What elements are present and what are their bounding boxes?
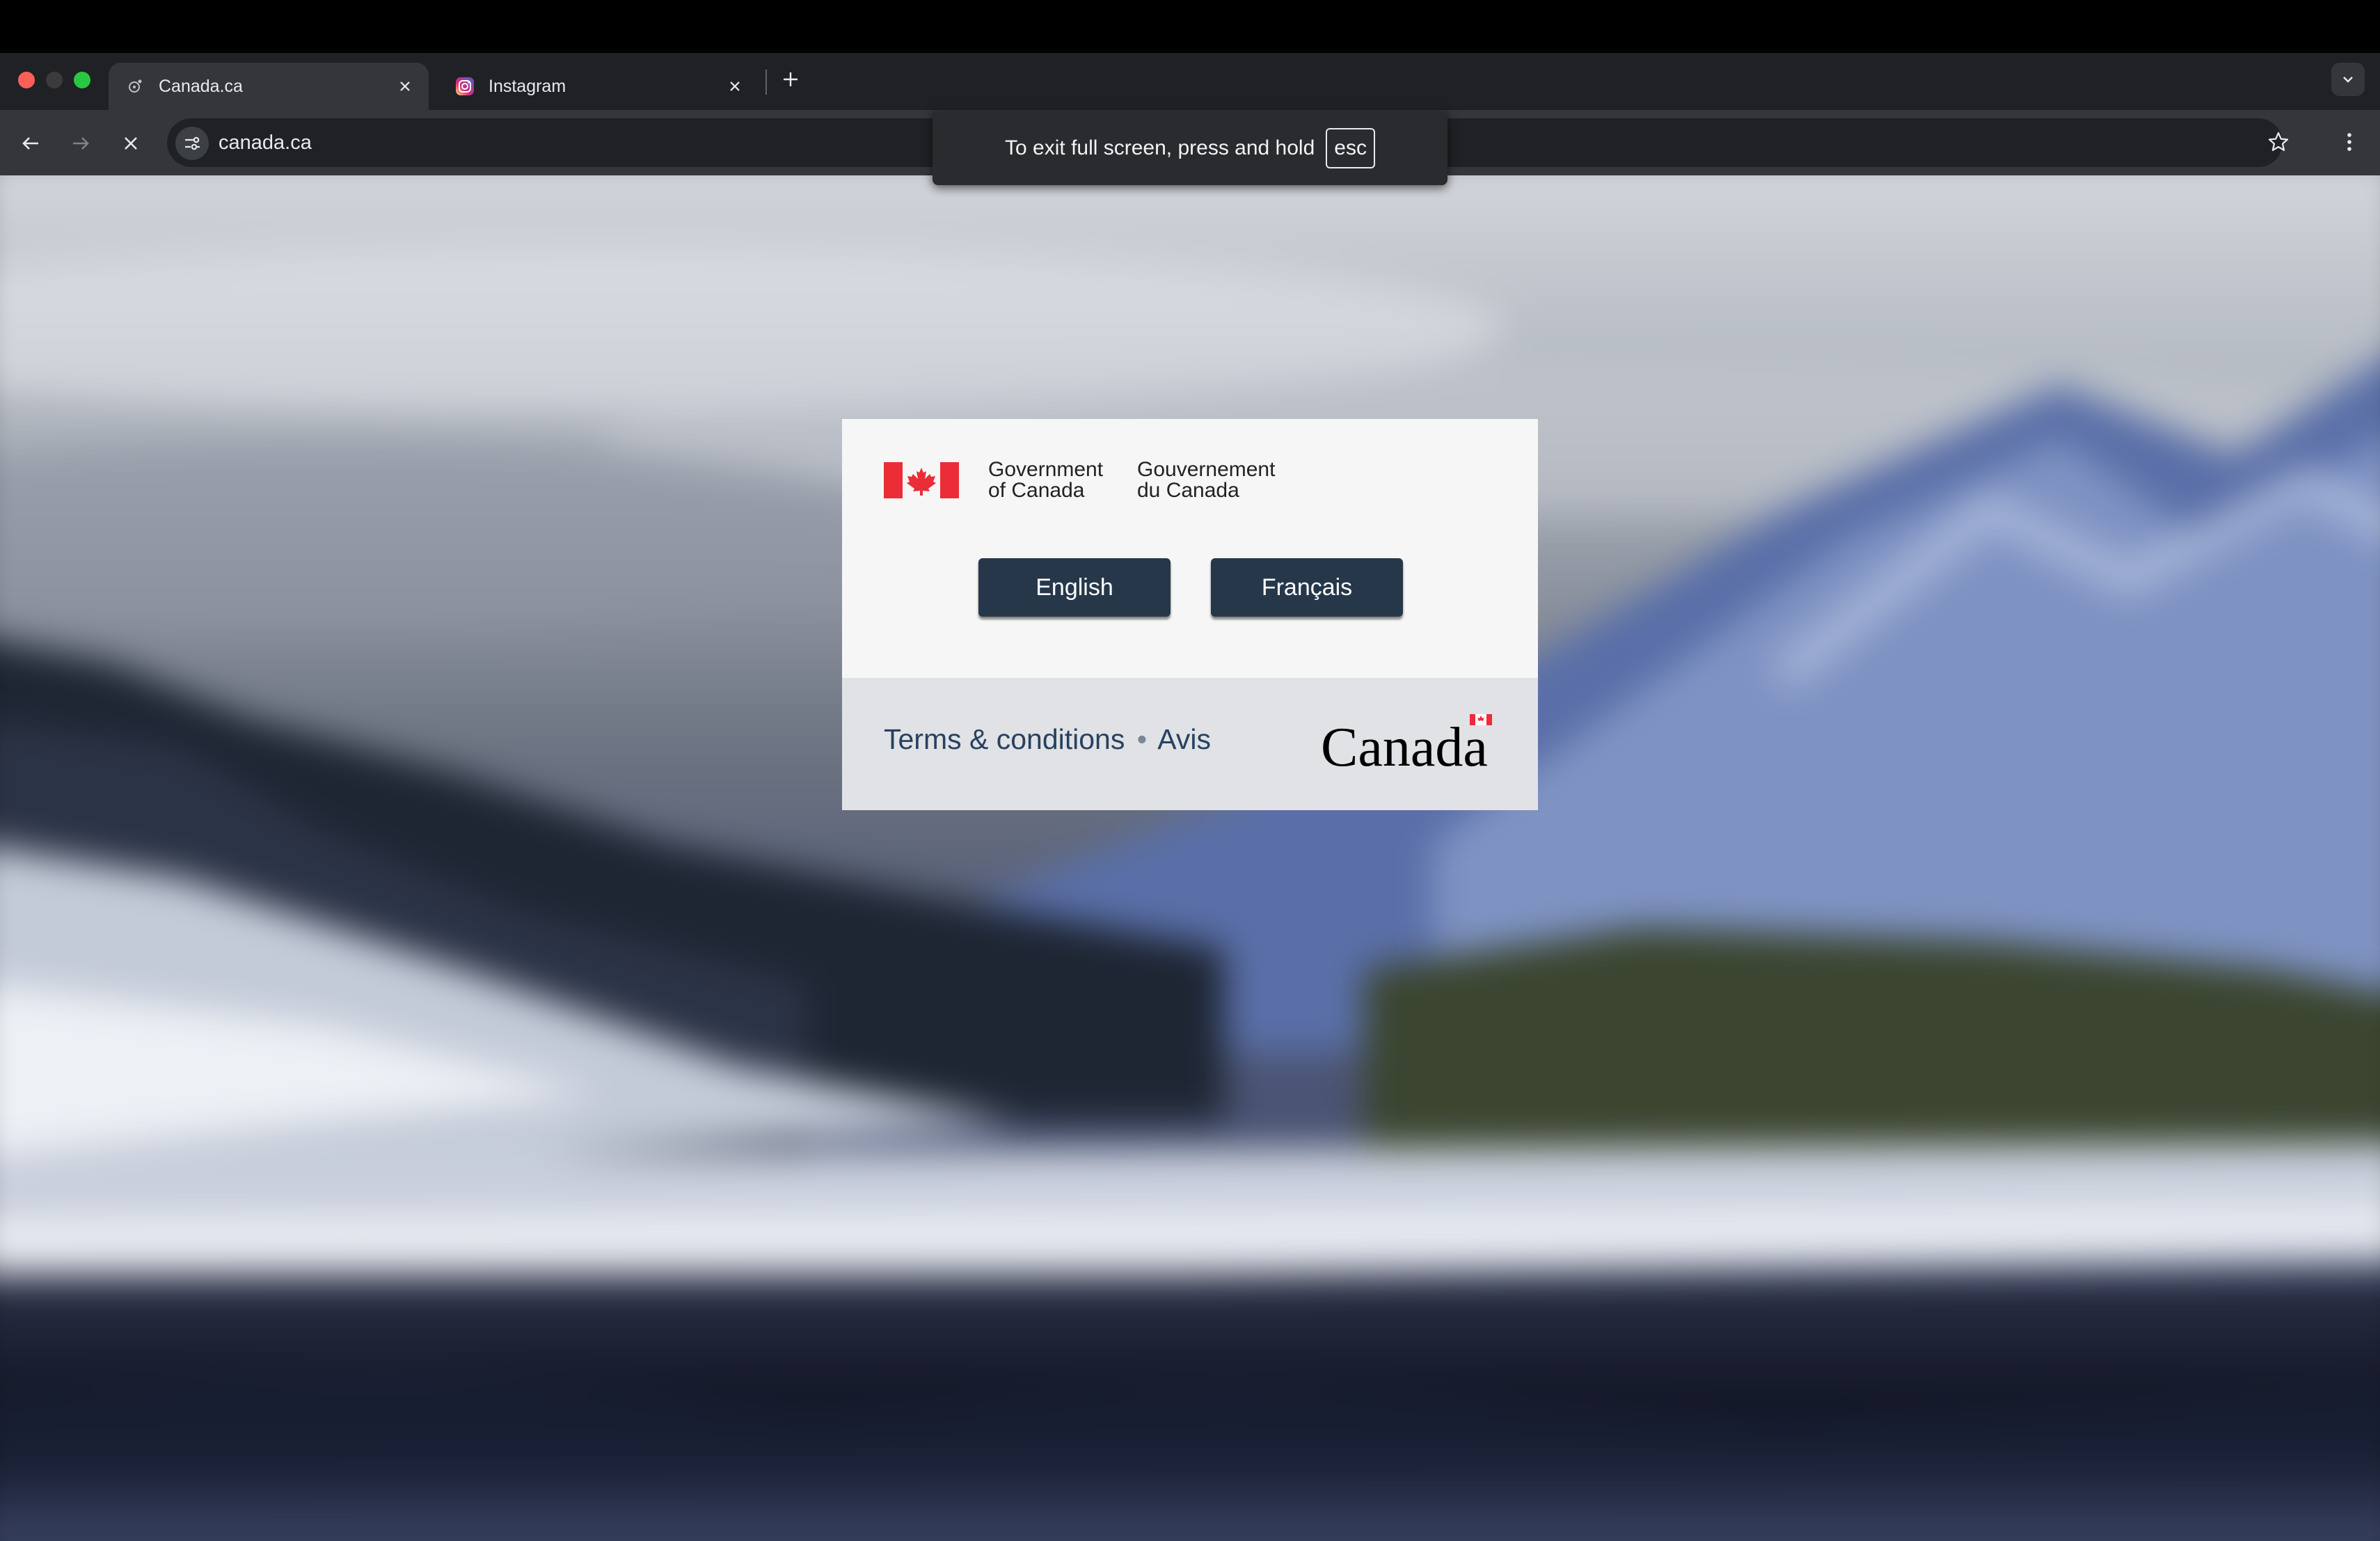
language-splash-panel: Government of Canada Gouvernement du Can… xyxy=(842,419,1538,810)
url-text[interactable]: canada.ca xyxy=(219,129,312,156)
new-tab-plus-icon[interactable] xyxy=(777,65,804,93)
avis-link[interactable]: Avis xyxy=(1157,723,1211,755)
tab-separator xyxy=(765,70,767,95)
forward-arrow-icon[interactable] xyxy=(64,127,97,160)
canada-flag-icon xyxy=(884,462,959,498)
terms-conditions-link[interactable]: Terms & conditions xyxy=(884,723,1125,755)
top-black-bar xyxy=(0,0,2380,53)
close-tab-icon[interactable] xyxy=(395,77,415,96)
terms-links: Terms & conditions • Avis xyxy=(884,723,1211,756)
government-of-canada-signature: Government of Canada xyxy=(988,459,1103,501)
canada-favicon-icon xyxy=(125,77,145,96)
canada-wordmark-logo: Canada xyxy=(1321,714,1492,774)
link-separator: • xyxy=(1136,723,1148,755)
fullscreen-message: To exit full screen, press and hold xyxy=(1005,136,1315,159)
signature-fr-line2: du Canada xyxy=(1137,479,1239,502)
wordmark-text: Canada xyxy=(1321,717,1488,774)
tab-canada[interactable]: Canada.ca xyxy=(109,63,429,110)
window-close-button[interactable] xyxy=(18,72,35,88)
splash-top: Government of Canada Gouvernement du Can… xyxy=(842,419,1538,678)
window-maximize-button[interactable] xyxy=(74,72,90,88)
page-viewport: Government of Canada Gouvernement du Can… xyxy=(0,175,2380,1541)
signature-en-line2: of Canada xyxy=(988,479,1085,502)
instagram-icon xyxy=(455,77,475,96)
stop-loading-icon[interactable] xyxy=(114,127,148,160)
esc-key-label: esc xyxy=(1326,128,1375,168)
tab-title: Canada.ca xyxy=(159,76,243,96)
tab-instagram[interactable]: Instagram xyxy=(438,63,759,110)
blurred-landscape-background xyxy=(0,175,2380,1541)
back-arrow-icon[interactable] xyxy=(14,127,47,160)
window-minimize-button[interactable] xyxy=(46,72,63,88)
signature-fr-line1: Gouvernement xyxy=(1137,458,1276,481)
bookmark-star-icon[interactable] xyxy=(2262,125,2295,159)
tab-title: Instagram xyxy=(489,76,566,96)
gouvernement-du-canada-signature: Gouvernement du Canada xyxy=(1137,459,1275,501)
francais-button[interactable]: Français xyxy=(1211,558,1403,617)
kebab-menu-icon[interactable] xyxy=(2333,125,2366,159)
english-button[interactable]: English xyxy=(978,558,1171,617)
signature-en-line1: Government xyxy=(988,458,1104,481)
splash-footer: Terms & conditions • Avis Canada xyxy=(842,678,1538,810)
tab-search-chevron-icon[interactable] xyxy=(2331,63,2365,96)
close-tab-icon[interactable] xyxy=(725,77,745,96)
fullscreen-exit-notice: To exit full screen, press and hold esc xyxy=(933,111,1447,185)
site-settings-icon[interactable] xyxy=(175,127,209,160)
